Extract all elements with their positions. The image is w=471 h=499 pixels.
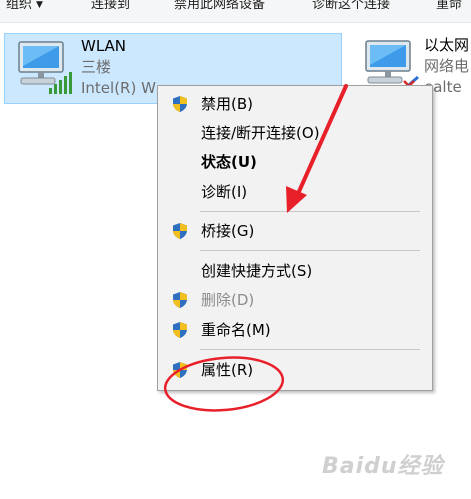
wireless-adapter-icon (18, 41, 72, 94)
menu-item-bridge[interactable]: 桥接(G) (158, 217, 432, 245)
menu-item-label: 连接/断开连接(O) (201, 124, 320, 142)
command-bar: 组织 ▼ 连接到 禁用此网络设备 诊断这个连接 重命 (0, 0, 471, 23)
connect-to-button[interactable]: 连接到 (91, 0, 130, 12)
menu-item-diagnose[interactable]: 诊断(I) (158, 178, 432, 206)
adapter-details: WLAN 三楼 Intel(R) W (81, 36, 156, 99)
menu-item-status[interactable]: 状态(U) (158, 148, 432, 176)
menu-separator (200, 349, 420, 350)
menu-item-label: 属性(R) (201, 361, 254, 379)
menu-item-label: 创建快捷方式(S) (201, 262, 313, 280)
menu-item-label: 删除(D) (201, 291, 255, 309)
rename-button[interactable]: 重命 (436, 0, 462, 12)
menu-item-create-shortcut[interactable]: 创建快捷方式(S) (158, 257, 432, 285)
menu-item-label: 桥接(G) (201, 222, 255, 240)
menu-item-rename[interactable]: 重命名(M) (158, 316, 432, 344)
uac-shield-icon (173, 96, 187, 112)
organize-label: 组织 (6, 0, 33, 12)
menu-item-delete[interactable]: 删除(D) (158, 286, 432, 314)
uac-shield-icon (173, 223, 187, 239)
menu-separator (200, 250, 420, 251)
menu-item-label: 禁用(B) (201, 95, 253, 113)
organize-menu[interactable]: 组织 ▼ (6, 0, 43, 12)
network-name: 三楼 (81, 58, 112, 76)
menu-item-label: 重命名(M) (201, 321, 271, 339)
menu-item-label: 状态(U) (201, 153, 257, 171)
adapter-name: WLAN (81, 37, 127, 55)
watermark: Baidu经验 (322, 454, 444, 479)
uac-shield-icon (173, 292, 187, 308)
diagnose-button[interactable]: 诊断这个连接 (312, 0, 390, 12)
menu-item-connect-disconnect[interactable]: 连接/断开连接(O) (158, 119, 432, 147)
menu-item-label: 诊断(I) (201, 183, 248, 201)
adapter-model: Intel(R) W (81, 79, 156, 97)
menu-item-disable[interactable]: 禁用(B) (158, 90, 432, 118)
disable-device-button[interactable]: 禁用此网络设备 (174, 0, 265, 12)
menu-separator (200, 211, 420, 212)
context-menu: 禁用(B) 连接/断开连接(O) 状态(U) 诊断(I) 桥接(G) 创建快捷方… (157, 85, 433, 391)
menu-item-properties[interactable]: 属性(R) (158, 356, 432, 384)
uac-shield-icon (173, 322, 187, 338)
network-name: 网络电 (424, 57, 470, 75)
chevron-down-icon: ▼ (36, 0, 43, 10)
uac-shield-icon (173, 362, 187, 378)
adapter-name: 以太网 (424, 36, 470, 54)
